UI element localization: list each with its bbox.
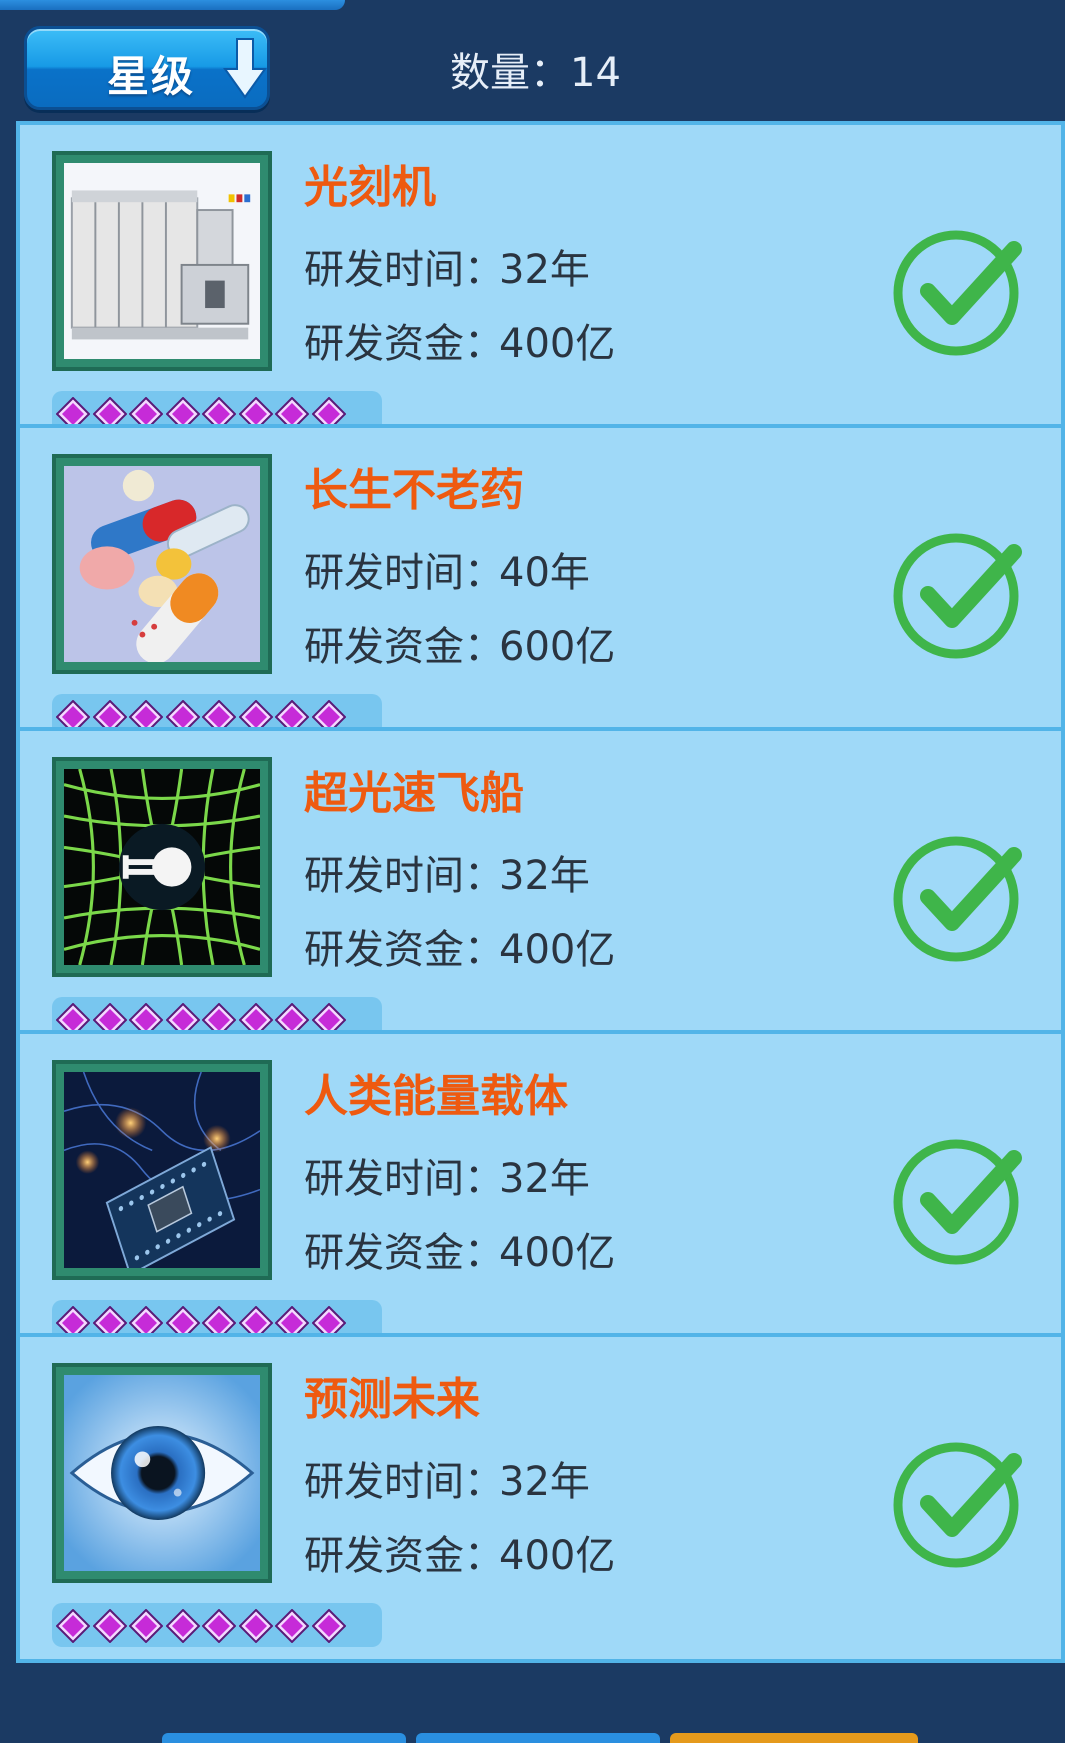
research-time-label: 研发时间： [304,550,504,596]
star-icon [238,1609,273,1643]
tech-name: 光刻机 [304,162,436,213]
star-rating [52,1603,382,1647]
chip-image [64,1072,260,1268]
research-fund-label: 研发资金： [304,1533,504,1579]
list-header: 星级 数量：14 [0,0,1065,120]
tech-name: 人类能量载体 [304,1071,568,1122]
research-fund: 研发资金：400亿 [304,1220,615,1278]
check-circle-icon [893,533,1022,659]
star-icon [202,1609,236,1643]
bottom-tab-1[interactable] [162,1733,406,1743]
tech-card[interactable]: 预测未来 研发时间：32年 研发资金：400亿 [16,1333,1065,1663]
tech-card[interactable]: 长生不老药 研发时间：40年 研发资金：600亿 [16,424,1065,754]
count-value: 14 [570,50,621,96]
tech-thumbnail [52,454,272,674]
research-fund-label: 研发资金： [304,624,504,670]
research-fund: 研发资金：600亿 [304,614,615,672]
research-time: 研发时间：32年 [304,843,590,901]
tech-name: 预测未来 [304,1374,480,1425]
check-circle-icon [893,1139,1022,1265]
tech-thumbnail [52,1060,272,1280]
research-time: 研发时间：32年 [304,1146,590,1204]
arrow-down-icon [223,38,267,99]
star-icon [129,1609,163,1643]
research-time: 研发时间：40年 [304,540,590,598]
research-fund: 研发资金：400亿 [304,311,615,369]
research-fund-label: 研发资金： [304,1230,504,1276]
check-circle-icon [893,1442,1022,1568]
research-time-value: 40年 [499,550,590,596]
research-fund-value: 400亿 [499,927,616,973]
star-icon [92,1609,127,1643]
eye-image [64,1375,260,1571]
research-time-label: 研发时间： [304,247,504,293]
research-time-label: 研发时间： [304,1459,504,1505]
tech-thumbnail [52,151,272,371]
research-fund-value: 600亿 [499,624,616,670]
research-fund-value: 400亿 [499,321,616,367]
research-time-value: 32年 [499,1156,590,1202]
star-icon [311,1609,346,1643]
tech-card[interactable]: 人类能量载体 研发时间：32年 研发资金：400亿 [16,1030,1065,1360]
research-fund-value: 400亿 [499,1533,616,1579]
tech-card[interactable]: 光刻机 研发时间：32年 研发资金：400亿 [16,121,1065,451]
research-fund-label: 研发资金： [304,927,504,973]
count-label: 数量： [450,50,570,96]
sort-by-star-button[interactable]: 星级 [24,26,270,110]
check-circle-icon [893,836,1022,962]
bottom-tab-3[interactable] [670,1733,918,1743]
pills-image [64,466,260,662]
warp-ship-image [64,769,260,965]
research-time: 研发时间：32年 [304,1449,590,1507]
star-icon [275,1609,309,1643]
bottom-tab-bar [0,1733,1065,1743]
research-time: 研发时间：32年 [304,237,590,295]
lithography-machine-image [64,163,260,359]
research-time-label: 研发时间： [304,1156,504,1202]
tech-name: 长生不老药 [304,465,524,516]
item-count: 数量：14 [450,40,621,98]
tech-card[interactable]: 超光速飞船 研发时间：32年 研发资金：400亿 [16,727,1065,1057]
star-icon [165,1609,200,1643]
research-fund: 研发资金：400亿 [304,917,615,975]
tech-thumbnail [52,757,272,977]
check-circle-icon [893,230,1022,356]
research-time-label: 研发时间： [304,853,504,899]
star-icon [56,1609,90,1643]
tech-thumbnail [52,1363,272,1583]
research-fund-value: 400亿 [499,1230,616,1276]
tech-list: 光刻机 研发时间：32年 研发资金：400亿 长生不老药 研发时间：40年 研发… [16,121,1065,1743]
research-fund: 研发资金：400亿 [304,1523,615,1581]
research-time-value: 32年 [499,853,590,899]
sort-button-label: 星级 [107,52,196,101]
tech-name: 超光速飞船 [304,768,524,819]
research-time-value: 32年 [499,247,590,293]
research-fund-label: 研发资金： [304,321,504,367]
research-time-value: 32年 [499,1459,590,1505]
bottom-tab-2[interactable] [416,1733,660,1743]
